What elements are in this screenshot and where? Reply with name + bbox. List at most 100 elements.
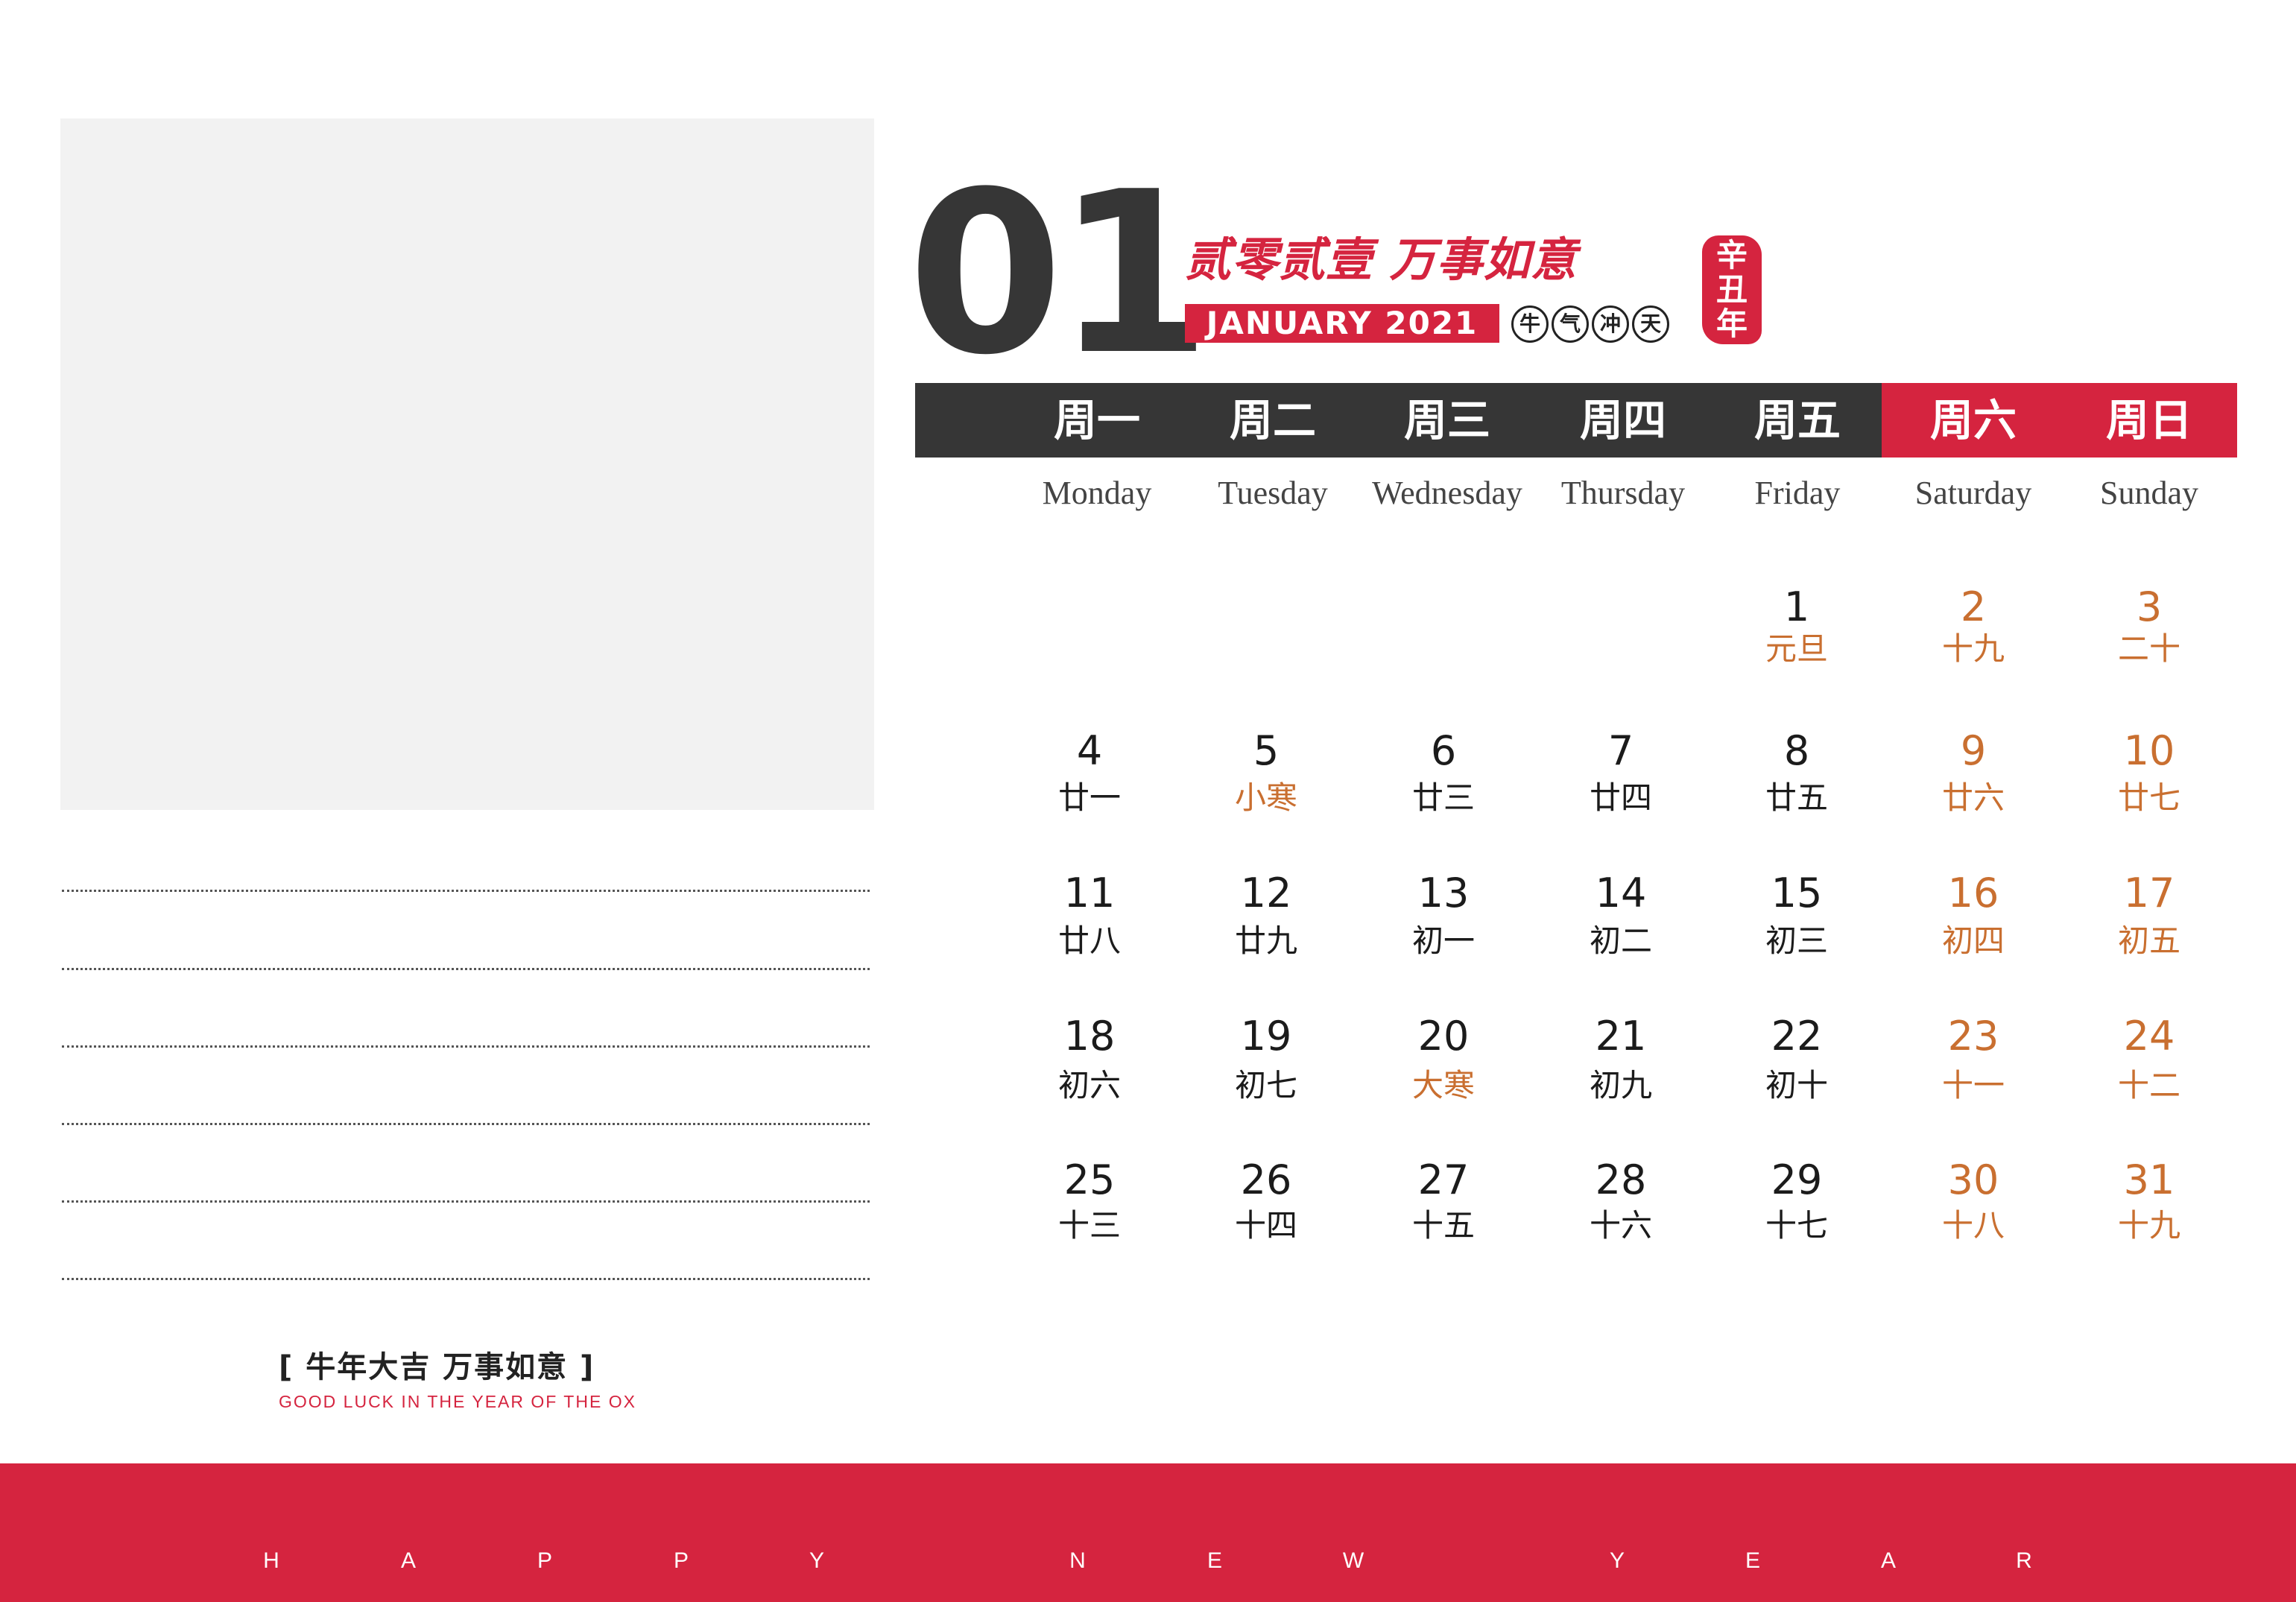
footer-slogan: [ 牛年大吉 万事如意 ] GOOD LUCK IN THE YEAR OF T…	[279, 1343, 636, 1412]
bottom-band	[0, 1463, 2296, 1602]
lunar-date: 初五	[2117, 922, 2180, 959]
day-number: 1	[1783, 583, 1810, 630]
day-number: 22	[1771, 1013, 1823, 1060]
day-number: 29	[1771, 1156, 1823, 1203]
lunar-date: 廿五	[1765, 779, 1828, 816]
day-number: 27	[1417, 1156, 1470, 1203]
day-number: 7	[1607, 727, 1634, 774]
band-letter: Y	[1609, 1548, 1625, 1573]
weekday-en-label: Saturday	[1914, 475, 2032, 511]
day-number: 8	[1783, 727, 1810, 774]
tag-badge: 天	[1632, 305, 1669, 343]
lunar-date: 元旦	[1765, 630, 1828, 667]
band-letter: N	[1069, 1548, 1086, 1573]
band-letter: A	[400, 1548, 416, 1573]
weekday-cn-label: 周一	[1053, 395, 1140, 446]
lunar-date: 初三	[1765, 922, 1828, 959]
band-letter: P	[673, 1548, 689, 1573]
seal-char: 丑	[1715, 271, 1748, 308]
lunar-date: 十二	[2117, 1067, 2180, 1104]
weekday-cn-label: 周三	[1403, 395, 1490, 446]
weekday-cn-label: 周四	[1579, 395, 1666, 446]
weekday-cn-label: 周二	[1229, 395, 1316, 446]
band-letter: Y	[809, 1548, 824, 1573]
weekday-en-label: Monday	[1042, 475, 1152, 511]
band-letter: E	[1745, 1548, 1760, 1573]
lunar-date: 十八	[1941, 1207, 2005, 1244]
note-line	[62, 1123, 870, 1125]
lunar-date: 初七	[1234, 1067, 1297, 1104]
day-number: 30	[1947, 1156, 1999, 1203]
note-line	[62, 1278, 870, 1280]
day-number: 19	[1240, 1013, 1292, 1060]
tag-badge: 冲	[1592, 305, 1629, 343]
lunar-date: 廿八	[1057, 922, 1121, 959]
day-number: 20	[1417, 1013, 1470, 1060]
lunar-date: 十四	[1234, 1207, 1297, 1244]
day-number: 10	[2123, 727, 2175, 774]
lunar-date: 廿一	[1057, 779, 1121, 816]
lunar-date: 初一	[1411, 922, 1475, 959]
day-number: 6	[1430, 727, 1457, 774]
photo-placeholder	[60, 118, 874, 810]
lunar-date: 初六	[1057, 1067, 1121, 1104]
day-number: 5	[1253, 727, 1280, 774]
lunar-date: 廿六	[1941, 779, 2005, 816]
lunar-date: 廿九	[1234, 922, 1297, 959]
lunar-date: 十六	[1589, 1207, 1652, 1244]
lunar-date: 廿七	[2117, 779, 2180, 816]
note-line	[62, 1045, 870, 1048]
day-number: 13	[1417, 870, 1470, 916]
month-number: 01	[908, 144, 1211, 404]
weekday-cn-label: 周五	[1753, 395, 1841, 446]
lunar-date: 二十	[2117, 630, 2180, 667]
lunar-date: 十九	[1941, 630, 2005, 667]
day-number: 26	[1240, 1156, 1292, 1203]
day-number: 24	[2123, 1013, 2175, 1060]
band-letter: A	[1880, 1548, 1896, 1573]
weekday-en-label: Wednesday	[1372, 475, 1522, 511]
day-number: 23	[1947, 1013, 1999, 1060]
day-number: 4	[1076, 727, 1103, 774]
tag-badge: 牛	[1511, 305, 1549, 343]
day-number: 9	[1960, 727, 1987, 774]
footer-slogan-en: GOOD LUCK IN THE YEAR OF THE OX	[279, 1392, 636, 1411]
tag-badge: 气	[1552, 305, 1589, 343]
lunar-date: 初四	[1941, 922, 2005, 959]
weekday-cn-label: 周六	[1929, 395, 2017, 446]
month-label: JANUARY 2021	[1185, 304, 1499, 343]
day-number: 15	[1771, 870, 1823, 916]
day-number: 3	[2136, 583, 2163, 630]
day-number: 21	[1595, 1013, 1647, 1060]
day-number: 2	[1960, 583, 1987, 630]
weekday-en-label: Friday	[1754, 475, 1841, 511]
band-letter: R	[2016, 1548, 2032, 1573]
seal-char: 辛	[1715, 237, 1748, 273]
lunar-date: 廿三	[1411, 779, 1475, 816]
weekday-en-label: Sunday	[2100, 475, 2198, 511]
weekday-en-label: Tuesday	[1218, 475, 1328, 511]
day-number: 11	[1063, 870, 1116, 916]
year-seal: 辛 丑 年	[1702, 235, 1762, 344]
note-line	[62, 968, 870, 970]
seal-char: 年	[1715, 305, 1748, 342]
weekday-en-label: Thursday	[1560, 475, 1686, 511]
weekday-cn-label: 周日	[2105, 395, 2192, 446]
header-slogan: 贰零贰壹 万事如意	[1185, 232, 1578, 287]
day-number: 28	[1595, 1156, 1647, 1203]
day-number: 31	[2123, 1156, 2175, 1203]
day-number: 14	[1595, 870, 1647, 916]
lunar-date: 十七	[1765, 1207, 1828, 1244]
lunar-date: 初二	[1589, 922, 1652, 959]
band-letter: P	[537, 1548, 552, 1573]
band-letter: W	[1342, 1548, 1364, 1573]
day-number: 16	[1947, 870, 1999, 916]
band-letter: H	[263, 1548, 279, 1573]
day-number: 25	[1063, 1156, 1116, 1203]
footer-slogan-cn: [ 牛年大吉 万事如意 ]	[279, 1350, 595, 1384]
lunar-date: 小寒	[1234, 779, 1297, 816]
day-number: 17	[2123, 870, 2175, 916]
tag-group: 牛 气 冲 天	[1511, 305, 1669, 343]
lunar-date: 廿四	[1589, 779, 1652, 816]
lunar-date: 初十	[1765, 1067, 1828, 1104]
